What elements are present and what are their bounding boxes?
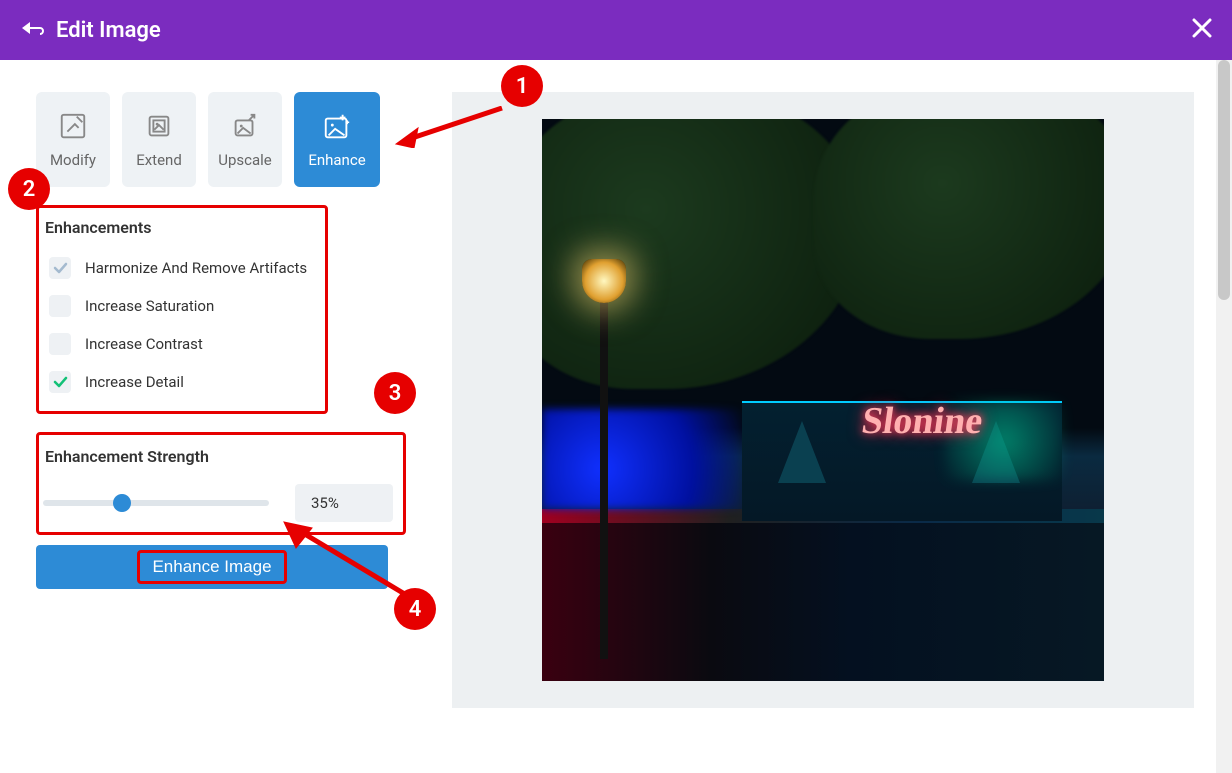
- tab-upscale-label: Upscale: [218, 151, 272, 169]
- strength-value: 35%: [295, 484, 393, 522]
- option-saturation[interactable]: Increase Saturation: [43, 287, 315, 325]
- strength-slider[interactable]: [43, 500, 269, 506]
- enhancements-title: Enhancements: [43, 218, 315, 237]
- tab-upscale[interactable]: Upscale: [208, 92, 282, 187]
- annotation-badge-4: 4: [394, 588, 436, 630]
- tab-enhance[interactable]: Enhance: [294, 92, 380, 187]
- option-harmonize[interactable]: Harmonize And Remove Artifacts: [43, 249, 315, 287]
- checkbox-detail[interactable]: [49, 371, 71, 393]
- annotation-badge-1: 1: [501, 65, 543, 107]
- option-detail-label: Increase Detail: [85, 373, 184, 391]
- vertical-scrollbar[interactable]: [1216, 60, 1232, 773]
- annotation-badge-2: 2: [8, 168, 50, 210]
- app-header: Edit Image: [0, 0, 1232, 60]
- option-detail[interactable]: Increase Detail: [43, 363, 315, 401]
- enhance-image-label: Enhance Image: [137, 550, 286, 584]
- page-title: Edit Image: [56, 18, 161, 43]
- checkbox-contrast[interactable]: [49, 333, 71, 355]
- neon-sign-text: Slonine: [859, 399, 986, 443]
- close-icon[interactable]: [1192, 16, 1212, 44]
- tab-extend[interactable]: Extend: [122, 92, 196, 187]
- checkbox-harmonize[interactable]: [49, 257, 71, 279]
- option-contrast[interactable]: Increase Contrast: [43, 325, 315, 363]
- annotation-badge-3: 3: [374, 372, 416, 414]
- tab-modify[interactable]: Modify: [36, 92, 110, 187]
- tab-modify-label: Modify: [50, 151, 96, 169]
- slider-thumb[interactable]: [113, 494, 131, 512]
- enhancements-panel: Enhancements Harmonize And Remove Artifa…: [36, 205, 328, 414]
- back-icon[interactable]: [20, 18, 44, 42]
- edit-tabs: Modify Extend Upscale Enhance: [36, 92, 396, 187]
- option-contrast-label: Increase Contrast: [85, 335, 203, 353]
- image-preview: Slonine: [542, 119, 1104, 681]
- annotation-arrow-4: [282, 520, 412, 604]
- option-saturation-label: Increase Saturation: [85, 297, 214, 315]
- sidebar: Modify Extend Upscale Enhance Enhancemen…: [36, 92, 396, 773]
- image-canvas: Slonine: [452, 92, 1194, 708]
- strength-title: Enhancement Strength: [43, 447, 393, 466]
- option-harmonize-label: Harmonize And Remove Artifacts: [85, 259, 307, 277]
- checkbox-saturation[interactable]: [49, 295, 71, 317]
- tab-enhance-label: Enhance: [308, 151, 365, 169]
- annotation-arrow-1: [394, 106, 504, 152]
- tab-extend-label: Extend: [136, 151, 182, 169]
